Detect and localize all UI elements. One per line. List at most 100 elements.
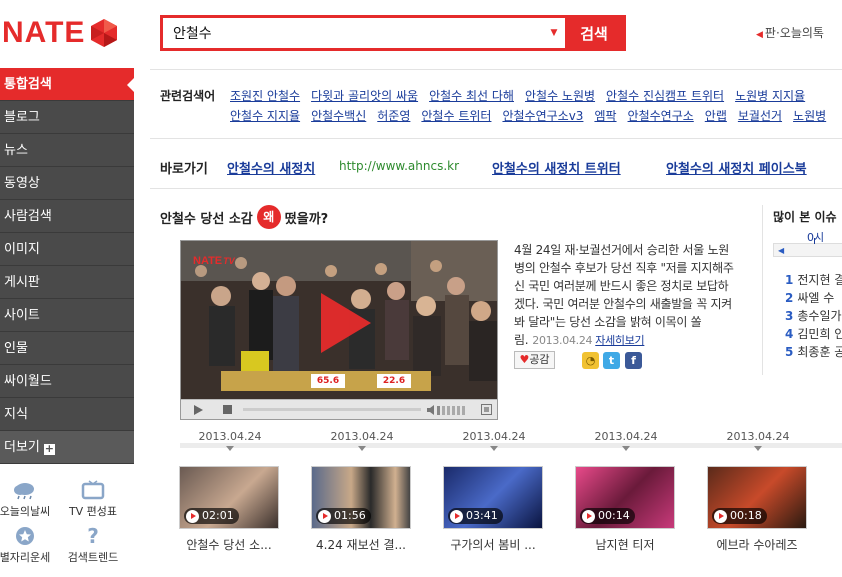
related-link[interactable]: 안철수연구소	[628, 109, 694, 123]
duration-text: 00:18	[730, 509, 762, 522]
player-controls	[181, 399, 497, 419]
popular-rank: 3	[785, 309, 794, 323]
video-thumbnail[interactable]: 00:14	[575, 466, 675, 529]
sidebar-item-label: 인물	[4, 341, 28, 356]
timeline-marker	[754, 446, 762, 451]
arrow-left-icon[interactable]: ◀	[778, 246, 784, 255]
like-button[interactable]: ♥공감	[514, 351, 555, 369]
sidebar-item-board[interactable]: 게시판	[0, 266, 134, 299]
related-link[interactable]: 안철수 진심캠프 트위터	[606, 89, 724, 103]
video-player[interactable]: NATETV 65.6 22.6	[180, 240, 498, 420]
sidebar-item-video[interactable]: 동영상	[0, 167, 134, 200]
popular-item[interactable]: 2 싸엘 수	[785, 289, 834, 306]
logo-text: NATE	[2, 16, 86, 49]
popular-time-slider[interactable]: ◀	[773, 238, 842, 257]
related-link[interactable]: 안철수 최선 다해	[429, 89, 514, 103]
video-thumbnail[interactable]: 03:41	[443, 466, 543, 529]
sidebar-item-label: 게시판	[4, 275, 40, 290]
kakao-share-icon[interactable]: ◔	[582, 352, 599, 369]
sidebar-item-news[interactable]: 뉴스	[0, 134, 134, 167]
why-badge: 왜	[256, 205, 281, 229]
related-link[interactable]: 안철수 지지율	[230, 109, 300, 123]
search-button[interactable]: 검색	[565, 18, 623, 48]
shortcut-facebook-link[interactable]: 안철수의 새정치 페이스북	[666, 158, 807, 177]
video-title-link[interactable]: 4.24 재보선 결...	[307, 536, 415, 553]
popular-item[interactable]: 1 전지현 결	[785, 271, 842, 288]
shortcut-url-link[interactable]: http://www.ahncs.kr	[339, 159, 459, 173]
article-summary-text: 4월 24일 재·보궐선거에서 승리한 서울 노원병의 안철수 후보가 당선 직…	[514, 243, 734, 347]
video-title-link[interactable]: 남지현 티저	[571, 536, 679, 553]
article-more-link[interactable]: 자세히보기	[595, 334, 644, 347]
sidebar-item-knowledge[interactable]: 지식	[0, 398, 134, 431]
video-title-link[interactable]: 에브라 수아레즈	[703, 536, 811, 553]
related-label: 관련검색어	[160, 89, 216, 103]
related-link[interactable]: 안철수백신	[311, 109, 366, 123]
popular-item[interactable]: 5 최종훈 공	[785, 343, 842, 360]
sidebar-item-people[interactable]: 사람검색	[0, 200, 134, 233]
video-logo: NATETV	[193, 255, 235, 267]
stop-control-icon[interactable]	[223, 405, 232, 414]
sidebar-item-label: 동영상	[4, 176, 40, 191]
play-control-icon[interactable]	[193, 405, 203, 415]
pan-today-link[interactable]: ◀ 판·오늘의톡	[756, 24, 824, 41]
duration-text: 02:01	[202, 509, 234, 522]
timeline-date: 2013.04.24	[594, 430, 658, 443]
sidebar-item-site[interactable]: 사이트	[0, 299, 134, 332]
related-link[interactable]: 노원병 지지율	[735, 89, 805, 103]
related-link[interactable]: 안철수연구소v3	[502, 109, 583, 123]
related-row-1: 조원진 안철수 다윗과 골리앗의 싸움 안철수 최선 다해 안철수 노원병 안철수 진심…	[230, 87, 816, 104]
progress-track[interactable]	[243, 408, 421, 411]
related-link[interactable]: 조원진 안철수	[230, 89, 300, 103]
search-box: ▼ 검색	[160, 15, 626, 51]
sidebar-item-label: 이미지	[4, 242, 40, 257]
video-title-link[interactable]: 안철수 당선 소...	[175, 536, 283, 553]
sidebar-item-label: 사람검색	[4, 209, 52, 224]
related-link[interactable]: 다윗과 골리앗의 싸움	[311, 89, 418, 103]
related-link[interactable]: 엠팍	[594, 109, 616, 123]
tool-weather[interactable]: 오늘의날씨	[0, 480, 58, 519]
fullscreen-icon[interactable]	[481, 404, 492, 415]
tool-trend[interactable]: ? 검색트렌드	[60, 526, 126, 565]
timeline-date: 2013.04.24	[462, 430, 526, 443]
related-link[interactable]: 안랩	[705, 109, 727, 123]
article-title[interactable]: 안철수 당선 소감 왜 떴을까?	[160, 205, 328, 229]
sidebar-item-blog[interactable]: 블로그	[0, 101, 134, 134]
search-input[interactable]	[163, 18, 543, 48]
popular-item[interactable]: 4 김민희 인	[785, 325, 842, 342]
sidebar-item-label: 지식	[4, 407, 28, 422]
related-link[interactable]: 노원병	[793, 109, 826, 123]
tool-tv[interactable]: TV 편성표	[60, 480, 126, 519]
popular-rank: 4	[785, 327, 794, 341]
play-icon[interactable]	[319, 291, 373, 355]
shortcut-site-link[interactable]: 안철수의 새정치	[227, 158, 315, 177]
nate-logo[interactable]: NATE	[2, 14, 119, 52]
popular-rank: 5	[785, 345, 794, 359]
tool-horoscope[interactable]: 별자리운세	[0, 526, 58, 565]
sidebar-item-image[interactable]: 이미지	[0, 233, 134, 266]
sidebar-item-person[interactable]: 인물	[0, 332, 134, 365]
facebook-share-icon[interactable]: f	[625, 352, 642, 369]
popular-item[interactable]: 3 총수일가	[785, 307, 842, 324]
sidebar-more-button[interactable]: 더보기 +	[0, 431, 134, 464]
twitter-share-icon[interactable]: t	[603, 352, 620, 369]
like-label: 공감	[529, 353, 550, 366]
shortcut-twitter-link[interactable]: 안철수의 새정치 트위터	[492, 158, 621, 177]
video-title-link[interactable]: 구가의서 봄비 ...	[439, 536, 547, 553]
video-thumbnail[interactable]: 01:56	[311, 466, 411, 529]
article-title-text: 안철수 당선 소감	[160, 211, 253, 227]
volume-icon[interactable]	[427, 404, 471, 416]
related-link[interactable]: 안철수 노원병	[525, 89, 595, 103]
search-dropdown-icon[interactable]: ▼	[543, 18, 565, 48]
related-link[interactable]: 보궐선거	[738, 109, 782, 123]
related-link[interactable]: 안철수 트위터	[421, 109, 491, 123]
article-date: 2013.04.24	[532, 334, 593, 347]
tool-label: 오늘의날씨	[0, 505, 51, 518]
related-link[interactable]: 허준영	[377, 109, 410, 123]
heart-icon: ♥	[519, 353, 530, 366]
video-frame[interactable]: NATETV 65.6 22.6	[181, 241, 497, 399]
sidebar-item-integrated[interactable]: 통합검색	[0, 68, 135, 101]
video-thumbnail[interactable]: 02:01	[179, 466, 279, 529]
video-thumbnail[interactable]: 00:18	[707, 466, 807, 529]
sidebar-item-cyworld[interactable]: 싸이월드	[0, 365, 134, 398]
video-logo-tv: TV	[223, 256, 235, 266]
